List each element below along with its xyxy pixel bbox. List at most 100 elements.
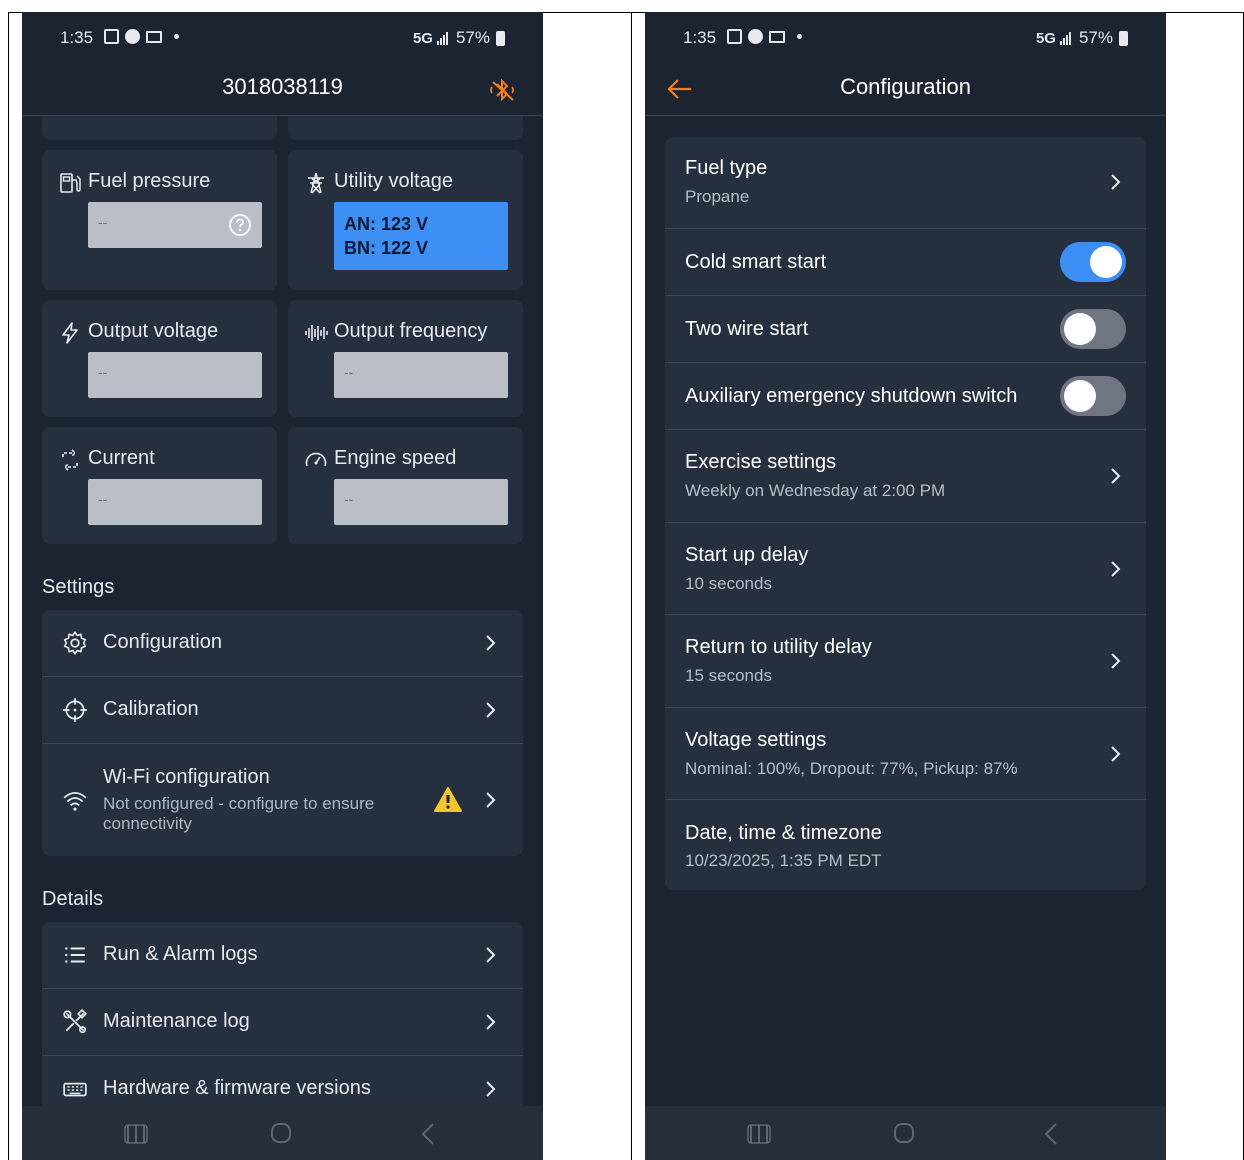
two-wire-start-toggle[interactable]	[1060, 309, 1126, 349]
config-label: Fuel type	[685, 157, 768, 179]
config-fuel-type[interactable]: Fuel type Propane	[665, 137, 1146, 229]
config-label: Return to utility delay	[685, 636, 872, 658]
chevron-right-icon	[486, 947, 496, 963]
settings-item-wifi[interactable]: Wi-Fi configuration Not configured - con…	[42, 744, 523, 856]
settings-item-configuration[interactable]: Configuration	[42, 610, 523, 677]
gallery-notification-icon	[104, 29, 119, 44]
network-type: 5G	[1035, 29, 1056, 47]
battery-percent: 57%	[455, 28, 490, 47]
details-item-label: Maintenance log	[103, 1010, 250, 1032]
system-nav-bar	[22, 1106, 543, 1160]
chevron-right-icon	[1111, 468, 1121, 484]
aux-emergency-shutdown-toggle[interactable]	[1060, 376, 1126, 416]
config-return-to-utility-delay[interactable]: Return to utility delay 15 seconds	[665, 615, 1146, 708]
page-title: 3018038119	[222, 74, 343, 99]
config-value: 15 seconds	[685, 666, 772, 685]
keyboard-icon	[63, 1082, 87, 1097]
notification-icons	[727, 29, 802, 44]
app-notification-icon	[748, 29, 763, 44]
power-tower-icon	[308, 172, 324, 194]
config-label: Two wire start	[685, 318, 809, 340]
bluetooth-off-icon[interactable]	[487, 75, 517, 105]
tile-label: Current	[88, 447, 155, 469]
tile-output-frequency[interactable]: Output frequency --	[288, 300, 523, 417]
home-icon[interactable]	[270, 1122, 292, 1144]
cold-smart-start-toggle[interactable]	[1060, 242, 1126, 282]
details-item-maintenance-log[interactable]: Maintenance log	[42, 989, 523, 1056]
status-time: 1:35	[60, 28, 94, 47]
status-bar: 1:35 5G 57%	[645, 12, 1166, 66]
config-value: 10/23/2025, 1:35 PM EDT	[685, 851, 882, 870]
tile-label: Output frequency	[334, 320, 488, 342]
details-heading: Details	[42, 888, 104, 910]
help-icon[interactable]	[228, 213, 252, 237]
configuration-screen: 1:35 5G 57% Configuration Fuel type Prop…	[645, 12, 1166, 1160]
tile-current[interactable]: Current --	[42, 427, 277, 544]
tile-label: Output voltage	[88, 320, 219, 342]
more-notifications-dot	[797, 34, 802, 39]
chevron-right-icon	[486, 1014, 496, 1030]
chevron-right-icon	[486, 702, 496, 718]
toggle-knob	[1064, 313, 1096, 345]
app-header: Configuration	[645, 66, 1166, 116]
config-label: Start up delay	[685, 544, 809, 566]
tile-value: --	[88, 202, 262, 248]
settings-item-label: Configuration	[103, 631, 222, 653]
details-item-run-alarm-logs[interactable]: Run & Alarm logs	[42, 922, 523, 989]
configuration-list: Fuel type Propane Cold smart start Two w…	[665, 137, 1146, 890]
config-value: Weekly on Wednesday at 2:00 PM	[685, 481, 946, 500]
home-icon[interactable]	[893, 1122, 915, 1144]
config-label: Auxiliary emergency shutdown switch	[685, 385, 1018, 407]
chevron-right-icon	[486, 635, 496, 651]
tile-fuel-pressure[interactable]: Fuel pressure --	[42, 150, 277, 290]
signal-icon	[1059, 31, 1071, 45]
chevron-right-icon	[1111, 561, 1121, 577]
config-date-time-timezone[interactable]: Date, time & timezone 10/23/2025, 1:35 P…	[665, 800, 1146, 890]
settings-item-label: Calibration	[103, 698, 199, 720]
config-exercise-settings[interactable]: Exercise settings Weekly on Wednesday at…	[665, 430, 1146, 523]
config-value: Propane	[685, 187, 750, 206]
warning-icon	[434, 787, 462, 812]
config-cold-smart-start[interactable]: Cold smart start	[665, 229, 1146, 296]
tile-output-voltage[interactable]: Output voltage --	[42, 300, 277, 417]
tile-label: Fuel pressure	[88, 170, 211, 192]
gallery-notification-icon	[727, 29, 742, 44]
settings-list: Configuration Calibration Wi-Fi configur…	[42, 610, 523, 856]
chevron-right-icon	[1111, 746, 1121, 762]
tile-utility-voltage[interactable]: Utility voltage AN: 123 V BN: 122 V	[288, 150, 523, 290]
battery-icon	[496, 30, 505, 46]
settings-item-calibration[interactable]: Calibration	[42, 677, 523, 744]
mail-notification-icon	[146, 30, 162, 43]
scrolled-tile-left	[42, 116, 277, 140]
tile-value: --	[88, 352, 262, 398]
tile-label: Engine speed	[334, 447, 457, 469]
recent-apps-icon[interactable]	[124, 1124, 148, 1144]
tools-icon	[63, 1009, 88, 1034]
recent-apps-icon[interactable]	[747, 1124, 771, 1144]
config-label: Cold smart start	[685, 251, 827, 273]
chevron-right-icon	[1111, 653, 1121, 669]
waveform-icon	[305, 325, 328, 341]
config-two-wire-start[interactable]: Two wire start	[665, 296, 1146, 363]
config-voltage-settings[interactable]: Voltage settings Nominal: 100%, Dropout:…	[665, 708, 1146, 800]
signal-icon	[436, 31, 448, 45]
config-label: Date, time & timezone	[685, 822, 882, 844]
config-start-up-delay[interactable]: Start up delay 10 seconds	[665, 523, 1146, 615]
tile-label: Utility voltage	[334, 170, 453, 192]
nav-back-icon[interactable]	[1043, 1122, 1059, 1146]
status-right: 5G 57%	[1036, 28, 1128, 48]
tile-value: --	[334, 479, 508, 525]
mail-notification-icon	[769, 30, 785, 43]
notification-icons	[104, 29, 179, 44]
speedometer-icon	[305, 452, 327, 467]
tile-engine-speed[interactable]: Engine speed --	[288, 427, 523, 544]
chevron-right-icon	[486, 1081, 496, 1097]
config-aux-emergency-shutdown[interactable]: Auxiliary emergency shutdown switch	[665, 363, 1146, 430]
cycle-arrows-icon	[62, 449, 78, 471]
details-item-label: Hardware & firmware versions	[103, 1077, 371, 1099]
details-item-hardware-firmware[interactable]: Hardware & firmware versions	[42, 1056, 523, 1112]
nav-back-icon[interactable]	[420, 1122, 436, 1146]
settings-heading: Settings	[42, 576, 115, 598]
details-list: Run & Alarm logs Maintenance log Hardwar…	[42, 922, 523, 1112]
toggle-knob	[1064, 380, 1096, 412]
